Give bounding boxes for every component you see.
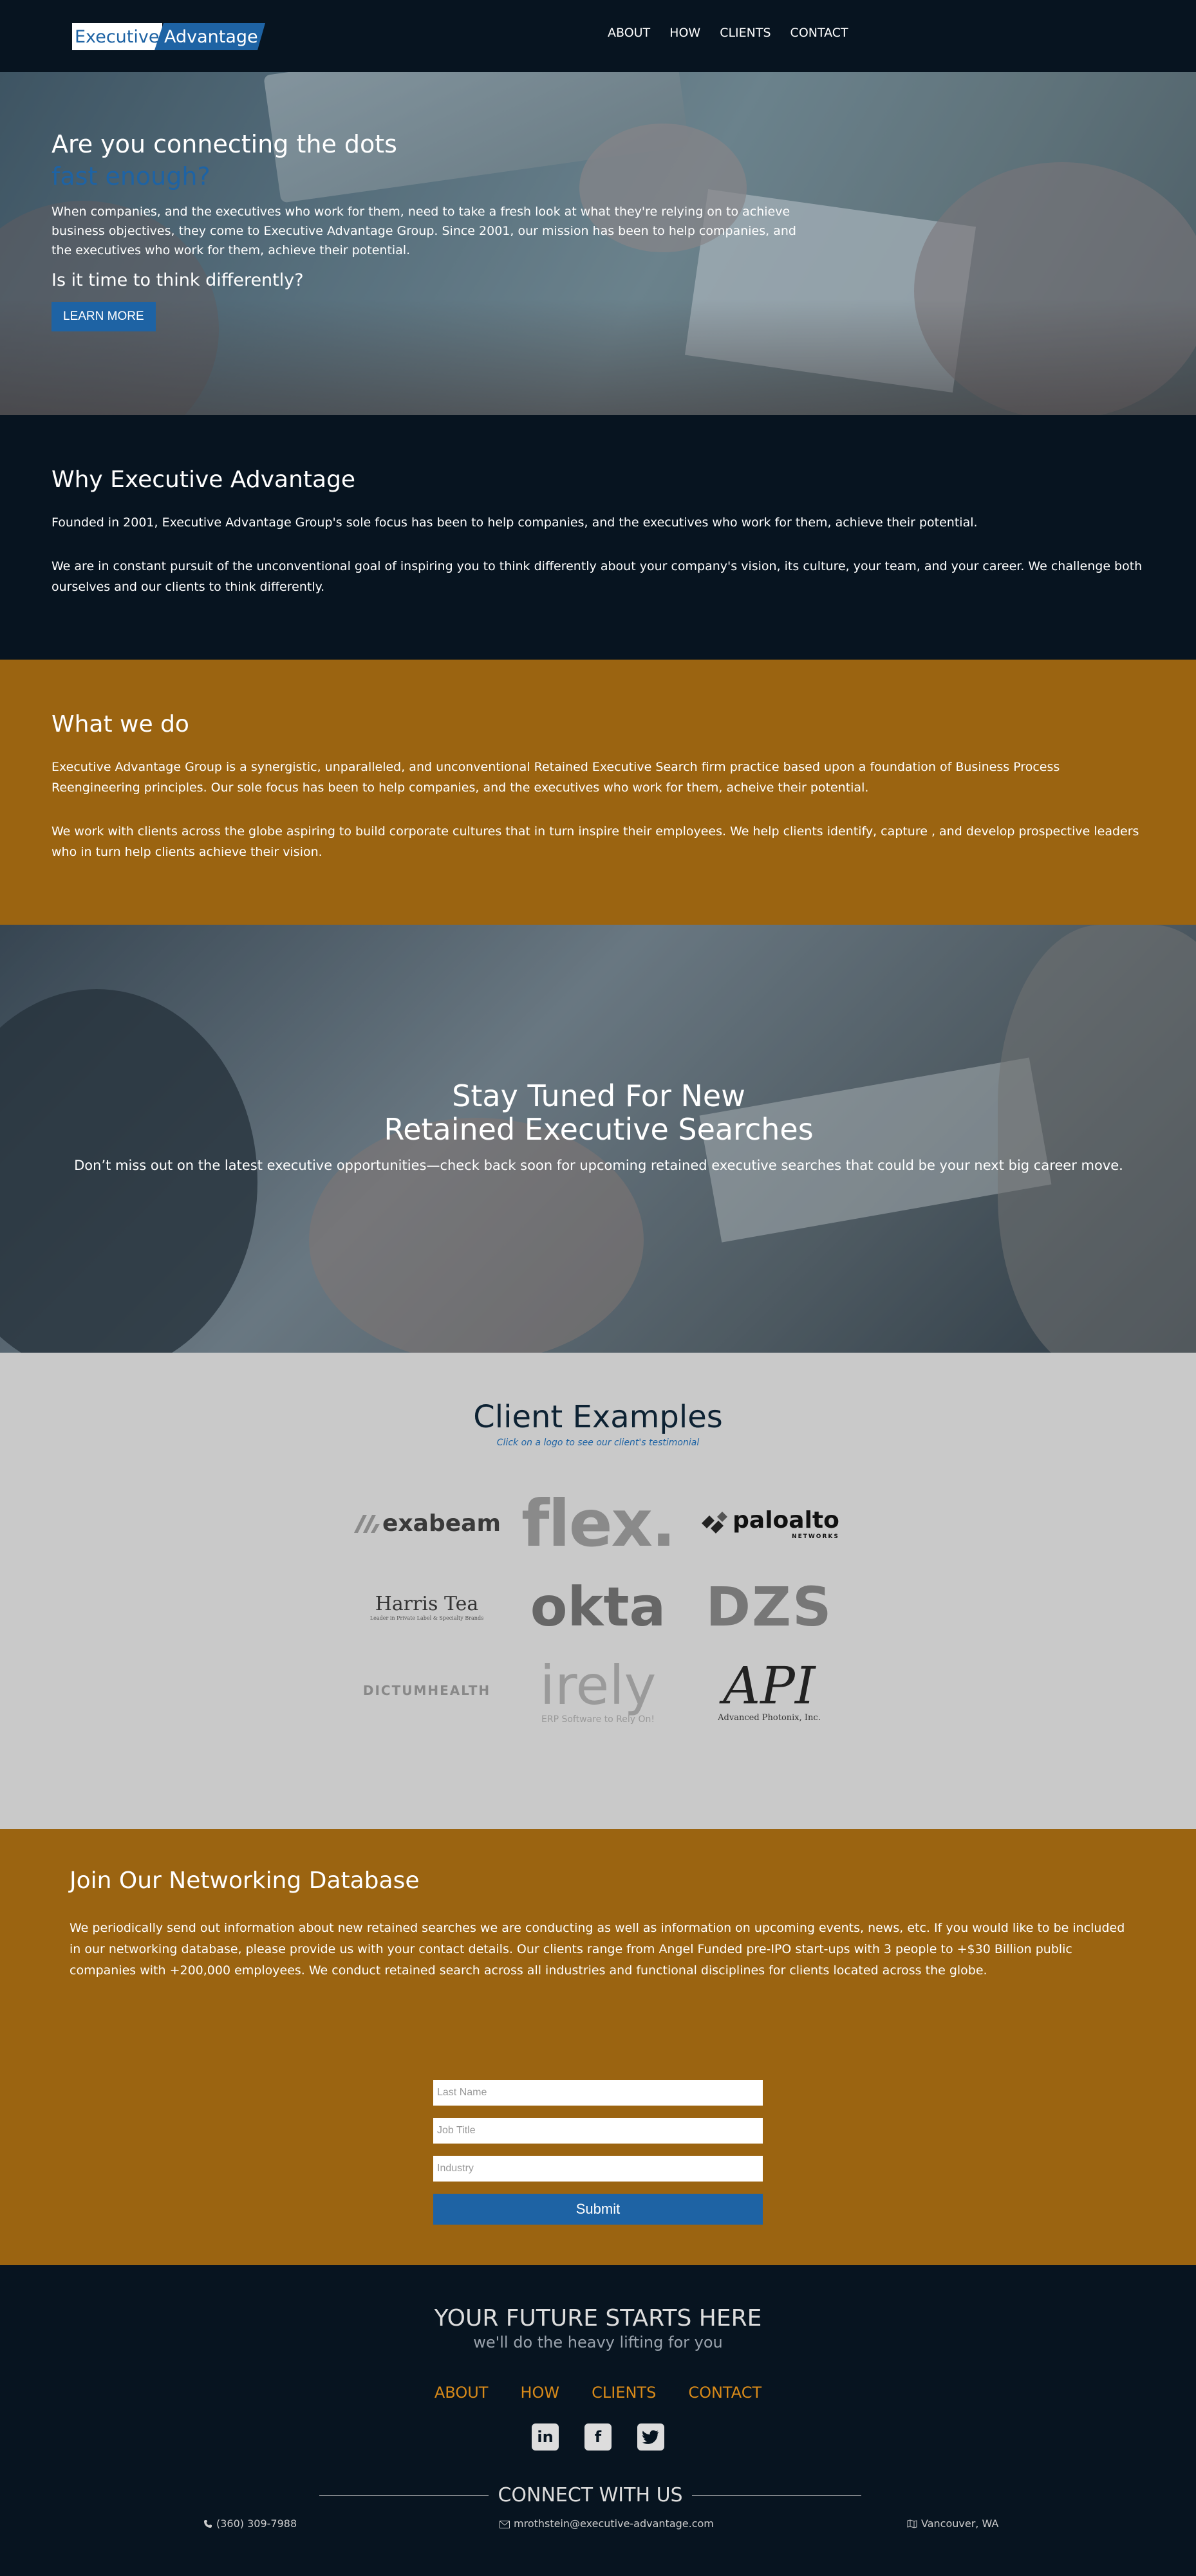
logo-irely[interactable]: irely ERP Software to Rely On! (512, 1649, 684, 1732)
location-text: Vancouver, WA (921, 2517, 999, 2530)
logo-harris-subtext: Leader in Private Label & Specialty Bran… (369, 1615, 484, 1621)
contact-phone[interactable]: (360) 309-7988 (203, 2517, 297, 2530)
client-logo-grid: exabeam flex. paloalto NETWORKS Harris T… (341, 1481, 856, 1732)
footer-link-about[interactable]: ABOUT (434, 2384, 489, 2402)
divider-line (691, 2495, 862, 2496)
clients-section: Client Examples Click on a logo to see o… (0, 1353, 1196, 1829)
footer-link-clients[interactable]: CLIENTS (592, 2384, 656, 2402)
hero-title-highlight: fast enough? (51, 162, 210, 190)
logo-dictum-health[interactable]: DICTUMHEALTH (341, 1649, 512, 1732)
logo-text-advantage: Advantage (164, 27, 258, 47)
footer-subtitle: we'll do the heavy lifting for you (473, 2333, 723, 2351)
stay-tuned-section: Stay Tuned For New Retained Executive Se… (0, 925, 1196, 1353)
submit-button[interactable]: Submit (433, 2194, 763, 2225)
logo-exabeam-text: exabeam (382, 1510, 501, 1537)
footer-title: YOUR FUTURE STARTS HERE (434, 2305, 762, 2331)
last-name-input[interactable] (433, 2080, 763, 2106)
hero-subheading: Is it time to think differently? (51, 270, 304, 290)
clients-hint: Click on a logo to see our client's test… (496, 1438, 700, 1448)
why-section: Why Executive Advantage Founded in 2001,… (0, 415, 1196, 660)
divider-line (319, 2495, 489, 2496)
social-links: in f (0, 2423, 1196, 2451)
contact-location: Vancouver, WA (907, 2517, 998, 2530)
logo-dictum-text: DICTUMHEALTH (362, 1683, 491, 1698)
logo-api-text: API (723, 1655, 816, 1716)
what-paragraph-2: We work with clients across the globe as… (51, 824, 1139, 859)
industry-input[interactable] (433, 2156, 763, 2182)
tuned-body: Don’t miss out on the latest executive o… (74, 1158, 1123, 1173)
logo-irely-subtext: ERP Software to Rely On! (541, 1714, 655, 1725)
map-icon (907, 2519, 917, 2528)
logo-api-subtext: Advanced Photonix, Inc. (718, 1712, 821, 1723)
hero-content: Are you connecting the dots fast enough?… (51, 130, 811, 331)
hero-section: Are you connecting the dots fast enough?… (0, 72, 1196, 415)
logo-text-executive: Executive (75, 27, 160, 47)
phone-icon (204, 2520, 212, 2528)
tuned-title-line-2: Retained Executive Searches (384, 1112, 814, 1147)
logo-paloalto-text: paloalto (733, 1506, 839, 1534)
logo-dzs-text: DZS (705, 1575, 833, 1638)
logo-harris-text: Harris Tea (375, 1593, 479, 1615)
logo-flex-text: flex. (521, 1485, 676, 1561)
logo-irely-text: irely (539, 1654, 657, 1717)
why-title: Why Executive Advantage (51, 467, 356, 493)
nav-how[interactable]: HOW (669, 26, 700, 40)
paloalto-mark-icon (702, 1512, 728, 1534)
brand-logo[interactable]: Executive Advantage (72, 23, 265, 50)
network-title: Join Our Networking Database (70, 1867, 420, 1894)
twitter-icon[interactable] (637, 2423, 664, 2451)
facebook-icon[interactable]: f (584, 2423, 612, 2451)
logo-okta[interactable]: okta (512, 1565, 684, 1649)
linkedin-icon[interactable]: in (532, 2423, 559, 2451)
email-text: mrothstein@executive-advantage.com (514, 2517, 714, 2530)
contact-email[interactable]: mrothstein@executive-advantage.com (500, 2517, 714, 2530)
connect-text: CONNECT WITH US (498, 2484, 683, 2507)
what-title: What we do (51, 711, 189, 737)
clients-title: Client Examples (473, 1399, 723, 1435)
what-section: What we do Executive Advantage Group is … (0, 660, 1196, 925)
what-paragraph-1: Executive Advantage Group is a synergist… (51, 760, 1060, 795)
tuned-content: Stay Tuned For New Retained Executive Se… (71, 1079, 1126, 1176)
logo-paloalto-subtext: NETWORKS (792, 1533, 839, 1540)
nav-links: ABOUT HOW CLIENTS CONTACT (608, 26, 848, 40)
job-title-input[interactable] (433, 2118, 763, 2144)
why-paragraph-2: We are in constant pursuit of the unconv… (51, 559, 1143, 594)
tuned-title-line-1: Stay Tuned For New (452, 1079, 745, 1113)
tuned-title: Stay Tuned For New Retained Executive Se… (71, 1079, 1126, 1146)
envelope-icon (500, 2521, 510, 2528)
footer-links: ABOUT HOW CLIENTS CONTACT (0, 2384, 1196, 2402)
exabeam-mark-icon (354, 1515, 380, 1533)
footer: YOUR FUTURE STARTS HERE we'll do the hea… (0, 2265, 1196, 2576)
nav-contact[interactable]: CONTACT (790, 26, 848, 40)
top-nav: Executive Advantage ABOUT HOW CLIENTS CO… (0, 0, 1196, 72)
footer-link-contact[interactable]: CONTACT (688, 2384, 762, 2402)
connect-heading: CONNECT WITH US (319, 2484, 862, 2507)
phone-text: (360) 309-7988 (216, 2517, 297, 2530)
nav-about[interactable]: ABOUT (608, 26, 650, 40)
hero-title: Are you connecting the dots (51, 130, 397, 158)
nav-clients[interactable]: CLIENTS (720, 26, 771, 40)
logo-harris-teeter[interactable]: Harris Tea Leader in Private Label & Spe… (341, 1565, 512, 1649)
networking-form: Submit (433, 2080, 763, 2225)
logo-flex[interactable]: flex. (512, 1481, 684, 1565)
logo-okta-text: okta (530, 1575, 666, 1638)
learn-more-button[interactable]: LEARN MORE (51, 302, 156, 331)
why-paragraph-1: Founded in 2001, Executive Advantage Gro… (51, 515, 978, 530)
logo-api[interactable]: API Advanced Photonix, Inc. (684, 1649, 855, 1732)
hero-body: When companies, and the executives who w… (51, 205, 796, 257)
network-body: We periodically send out information abo… (70, 1921, 1125, 1978)
footer-link-how[interactable]: HOW (520, 2384, 559, 2402)
logo-dzs[interactable]: DZS (684, 1565, 855, 1649)
logo-exabeam[interactable]: exabeam (341, 1481, 512, 1565)
networking-section: Join Our Networking Database We periodic… (0, 1829, 1196, 2265)
logo-paloalto[interactable]: paloalto NETWORKS (684, 1481, 855, 1565)
